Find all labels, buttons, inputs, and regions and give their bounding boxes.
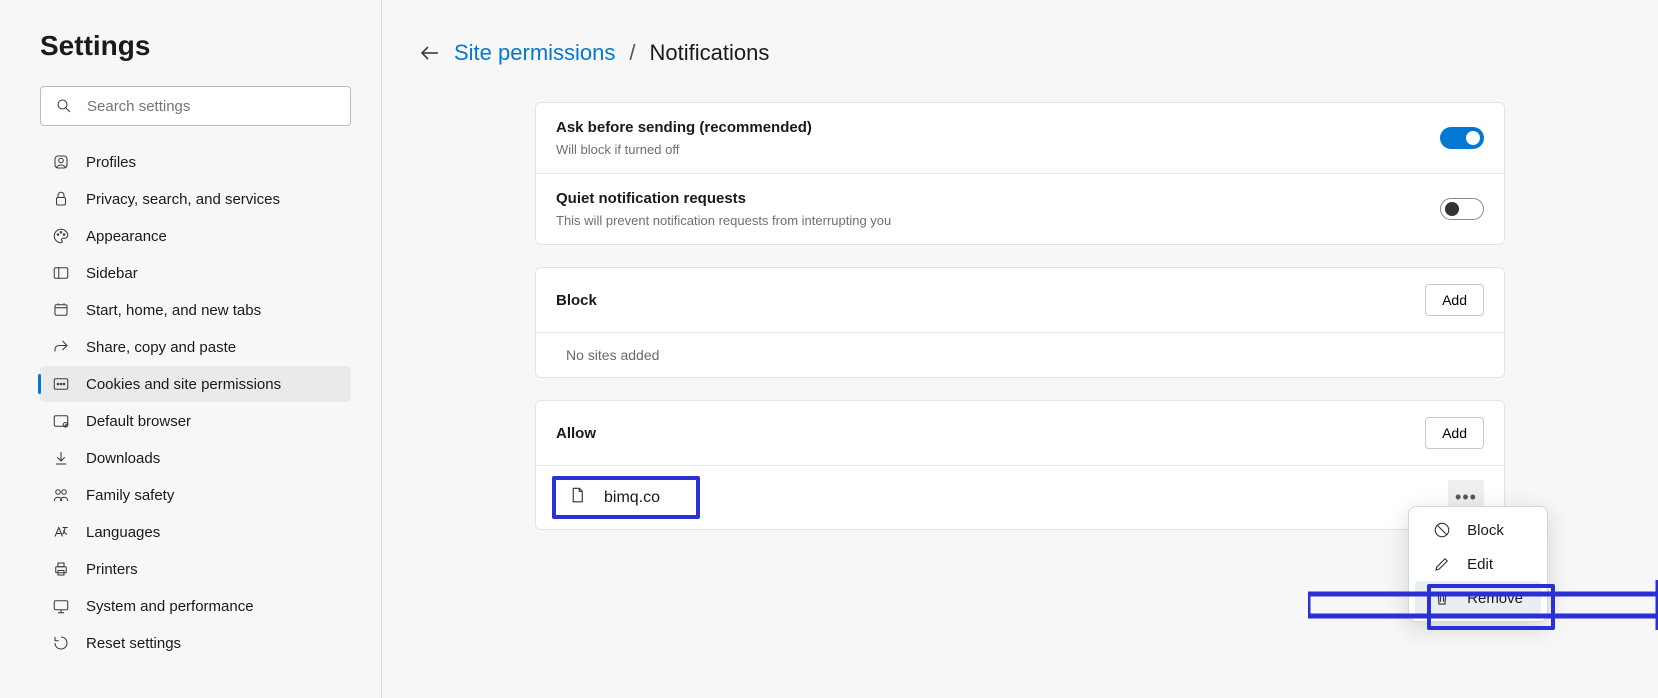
block-section-card: Block Add No sites added bbox=[535, 267, 1505, 378]
settings-sidebar: Settings Profiles Privacy, search, and s… bbox=[0, 0, 382, 698]
nav-label: Sidebar bbox=[86, 265, 138, 282]
nav-privacy[interactable]: Privacy, search, and services bbox=[40, 181, 351, 217]
notification-settings-card: Ask before sending (recommended) Will bl… bbox=[535, 102, 1505, 245]
nav-share[interactable]: Share, copy and paste bbox=[40, 329, 351, 365]
nav-label: Downloads bbox=[86, 450, 160, 467]
nav-label: System and performance bbox=[86, 598, 254, 615]
breadcrumb-separator: / bbox=[629, 40, 635, 66]
nav-appearance[interactable]: Appearance bbox=[40, 218, 351, 254]
allow-header-row: Allow Add bbox=[536, 401, 1504, 465]
quiet-toggle[interactable] bbox=[1440, 198, 1484, 220]
menu-edit-label: Edit bbox=[1467, 556, 1493, 573]
menu-edit[interactable]: Edit bbox=[1415, 547, 1541, 581]
search-icon bbox=[55, 97, 73, 115]
allow-title: Allow bbox=[556, 425, 596, 442]
nav-label: Family safety bbox=[86, 487, 174, 504]
breadcrumb-current: Notifications bbox=[650, 40, 770, 66]
block-empty-message: No sites added bbox=[536, 332, 1504, 377]
reset-icon bbox=[52, 634, 70, 652]
language-icon bbox=[52, 523, 70, 541]
ask-toggle[interactable] bbox=[1440, 127, 1484, 149]
profile-icon bbox=[52, 153, 70, 171]
menu-remove[interactable]: Remove bbox=[1415, 581, 1541, 615]
ask-title: Ask before sending (recommended) bbox=[556, 119, 812, 136]
nav-family[interactable]: Family safety bbox=[40, 477, 351, 513]
printer-icon bbox=[52, 560, 70, 578]
nav-label: Start, home, and new tabs bbox=[86, 302, 261, 319]
family-icon bbox=[52, 486, 70, 504]
nav-label: Appearance bbox=[86, 228, 167, 245]
nav-start[interactable]: Start, home, and new tabs bbox=[40, 292, 351, 328]
ask-before-sending-row: Ask before sending (recommended) Will bl… bbox=[536, 103, 1504, 173]
sidebar-icon bbox=[52, 264, 70, 282]
download-icon bbox=[52, 449, 70, 467]
search-settings-box[interactable] bbox=[40, 86, 351, 126]
lock-icon bbox=[52, 190, 70, 208]
block-header-row: Block Add bbox=[536, 268, 1504, 332]
nav-sidebar[interactable]: Sidebar bbox=[40, 255, 351, 291]
nav-label: Share, copy and paste bbox=[86, 339, 236, 356]
nav-printers[interactable]: Printers bbox=[40, 551, 351, 587]
block-add-button[interactable]: Add bbox=[1425, 284, 1484, 316]
share-icon bbox=[52, 338, 70, 356]
nav-label: Reset settings bbox=[86, 635, 181, 652]
quiet-requests-row: Quiet notification requests This will pr… bbox=[536, 173, 1504, 244]
home-icon bbox=[52, 301, 70, 319]
allowed-site-row: bimq.co ••• bbox=[536, 465, 1504, 529]
menu-remove-label: Remove bbox=[1467, 590, 1523, 607]
nav-label: Cookies and site permissions bbox=[86, 376, 281, 393]
system-icon bbox=[52, 597, 70, 615]
palette-icon bbox=[52, 227, 70, 245]
breadcrumb-link[interactable]: Site permissions bbox=[454, 40, 615, 66]
nav-label: Languages bbox=[86, 524, 160, 541]
browser-icon bbox=[52, 412, 70, 430]
nav-label: Printers bbox=[86, 561, 138, 578]
file-icon bbox=[568, 486, 586, 509]
more-icon: ••• bbox=[1455, 487, 1477, 508]
nav-label: Privacy, search, and services bbox=[86, 191, 280, 208]
nav-profiles[interactable]: Profiles bbox=[40, 144, 351, 180]
quiet-desc: This will prevent notification requests … bbox=[556, 213, 891, 228]
site-context-menu: Block Edit Remove bbox=[1408, 506, 1548, 622]
allow-add-button[interactable]: Add bbox=[1425, 417, 1484, 449]
nav-default-browser[interactable]: Default browser bbox=[40, 403, 351, 439]
nav-label: Profiles bbox=[86, 154, 136, 171]
allow-section-card: Allow Add bimq.co ••• bbox=[535, 400, 1505, 530]
breadcrumb: Site permissions / Notifications bbox=[418, 40, 1622, 66]
main-content: Site permissions / Notifications Ask bef… bbox=[382, 0, 1658, 698]
cookie-icon bbox=[52, 375, 70, 393]
quiet-title: Quiet notification requests bbox=[556, 190, 891, 207]
nav-reset[interactable]: Reset settings bbox=[40, 625, 351, 661]
nav-system[interactable]: System and performance bbox=[40, 588, 351, 624]
block-title: Block bbox=[556, 292, 597, 309]
back-button[interactable] bbox=[418, 41, 442, 65]
nav-label: Default browser bbox=[86, 413, 191, 430]
ask-desc: Will block if turned off bbox=[556, 142, 812, 157]
nav-downloads[interactable]: Downloads bbox=[40, 440, 351, 476]
site-name: bimq.co bbox=[604, 489, 660, 507]
nav-cookies[interactable]: Cookies and site permissions bbox=[40, 366, 351, 402]
nav-languages[interactable]: Languages bbox=[40, 514, 351, 550]
nav-list: Profiles Privacy, search, and services A… bbox=[40, 144, 351, 661]
settings-title: Settings bbox=[40, 30, 351, 62]
menu-block[interactable]: Block bbox=[1415, 513, 1541, 547]
menu-block-label: Block bbox=[1467, 522, 1504, 539]
search-input[interactable] bbox=[87, 98, 336, 115]
highlighted-site-entry[interactable]: bimq.co bbox=[552, 476, 700, 519]
